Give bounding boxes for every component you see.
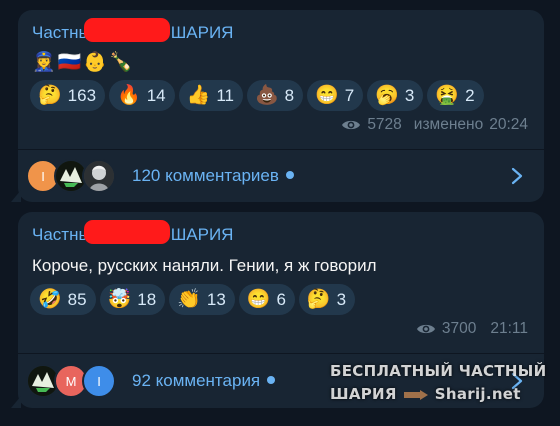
post-time: 21:11 [490, 320, 528, 337]
reaction-mind-blown[interactable]: 🤯 18 [99, 284, 166, 315]
avatar: I [82, 364, 116, 398]
edited-label: изменено [413, 116, 484, 133]
post-time: 20:24 [489, 116, 528, 133]
comments-button[interactable]: M I 92 комментария [18, 354, 544, 408]
reaction-clap[interactable]: 👏 13 [169, 284, 235, 315]
eye-icon [416, 324, 435, 334]
reaction-count: 7 [344, 85, 355, 105]
comments-button[interactable]: I 120 комментариев [18, 150, 544, 202]
reaction-count: 85 [67, 289, 87, 309]
poop-emoji-icon: 💩 [254, 85, 279, 106]
post-meta: 5728 изменено 20:24 [341, 116, 528, 134]
channel-post-2[interactable]: Частны ШАРИЯ Короче, русских наняли. Гени… [11, 212, 544, 408]
reaction-thinking[interactable]: 🤔 163 [30, 80, 106, 111]
reaction-count: 13 [206, 289, 226, 309]
reaction-count: 6 [276, 289, 286, 309]
grin-emoji-icon: 😁 [246, 289, 271, 310]
reaction-bar: 🤣 85 🤯 18 👏 13 😁 6 🤔 3 [30, 284, 356, 315]
reaction-count: 18 [137, 289, 157, 309]
reaction-bar: 🤔 163 🔥 14 👍 11 💩 8 😁 7 🥱 3 🤮 2 [30, 80, 484, 111]
unread-dot-icon [267, 375, 276, 384]
reaction-count: 8 [284, 85, 295, 105]
comments-count: 120 комментариев [132, 166, 294, 186]
clap-emoji-icon: 👏 [177, 289, 201, 310]
avatar [82, 159, 116, 193]
reaction-poop[interactable]: 💩 8 [246, 80, 304, 111]
redaction-mark [84, 18, 170, 42]
view-count: 5728 [367, 116, 402, 133]
rofl-emoji-icon: 🤣 [38, 289, 62, 310]
post-text: 👮‍♀️🇷🇺👶🍾 [32, 52, 135, 73]
channel-post-1[interactable]: Частны ШАРИЯ 👮‍♀️🇷🇺👶🍾 🤔 163 🔥 14 👍 11 💩 8 😁 7 … [11, 10, 544, 202]
post-text: Короче, русских наняли. Гении, я ж говор… [32, 256, 377, 275]
reaction-count: 163 [67, 85, 97, 105]
reaction-count: 14 [146, 85, 166, 105]
reaction-thinking[interactable]: 🤔 3 [298, 284, 356, 315]
reaction-count: 3 [336, 289, 347, 309]
mind-blown-emoji-icon: 🤯 [107, 289, 132, 310]
reaction-count: 3 [404, 85, 415, 105]
view-count: 3700 [441, 320, 477, 337]
avatar-image-icon [84, 161, 114, 191]
chevron-right-icon [511, 167, 523, 185]
eye-icon [342, 120, 361, 130]
reaction-count: 2 [465, 85, 475, 105]
thinking-emoji-icon: 🤔 [38, 85, 62, 106]
reaction-vomit[interactable]: 🤮 2 [427, 80, 484, 111]
comments-count: 92 комментария [132, 371, 276, 391]
reaction-count: 11 [216, 85, 234, 105]
reaction-yawn[interactable]: 🥱 3 [367, 80, 424, 111]
thinking-emoji-icon: 🤔 [306, 289, 331, 310]
thumbs-up-emoji-icon: 👍 [186, 85, 211, 106]
fire-emoji-icon: 🔥 [117, 85, 141, 106]
commenter-avatars: I [26, 159, 116, 193]
reaction-rofl[interactable]: 🤣 85 [30, 284, 96, 315]
yawn-emoji-icon: 🥱 [375, 85, 399, 106]
reaction-fire[interactable]: 🔥 14 [109, 80, 175, 111]
reaction-thumbs-up[interactable]: 👍 11 [178, 80, 243, 111]
grin-emoji-icon: 😁 [315, 85, 339, 106]
vomit-emoji-icon: 🤮 [435, 85, 460, 106]
unread-dot-icon [285, 170, 294, 179]
commenter-avatars: M I [26, 364, 116, 398]
reaction-grin[interactable]: 😁 6 [238, 284, 295, 315]
chevron-right-icon [511, 372, 523, 390]
post-meta: 3700 21:11 [416, 320, 528, 338]
redaction-mark [84, 220, 170, 244]
reaction-grin[interactable]: 😁 7 [307, 80, 364, 111]
